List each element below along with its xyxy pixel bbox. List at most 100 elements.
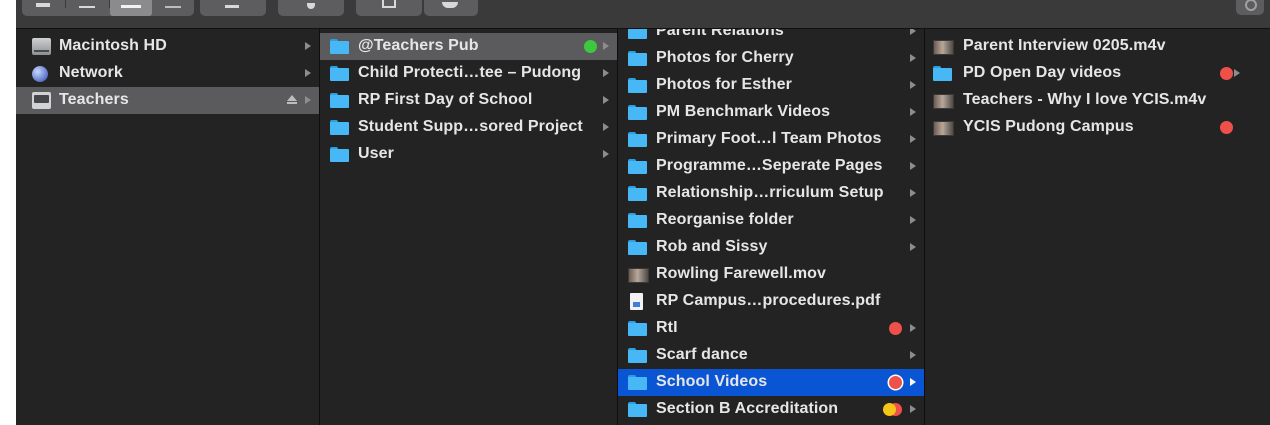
- chevron-right-icon: [603, 96, 609, 104]
- tag-dot-red: [889, 376, 902, 389]
- chevron-right-icon: [603, 69, 609, 77]
- chevron-right-icon: [910, 324, 916, 332]
- chevron-right-icon: [910, 108, 916, 116]
- share-icon[interactable]: [356, 0, 422, 16]
- columns-icon[interactable]: [110, 0, 152, 16]
- list-icon[interactable]: [66, 0, 109, 16]
- group-icon[interactable]: [200, 0, 266, 16]
- column-1[interactable]: Macintosh HD Network Teachers: [16, 29, 320, 425]
- grid-icon[interactable]: [22, 0, 65, 16]
- chevron-right-icon: [305, 96, 311, 104]
- chevron-right-icon: [603, 42, 609, 50]
- item-label: Primary Foot…l Team Photos: [656, 130, 882, 147]
- item-label: RtI: [656, 319, 678, 336]
- tag-dot-red: [1220, 121, 1233, 134]
- chevron-right-icon: [910, 81, 916, 89]
- eject-icon-bar: [287, 102, 297, 104]
- item-label: Rob and Sissy: [656, 238, 768, 255]
- item-label: Programme…Seperate Pages: [656, 157, 883, 174]
- item-label: Scarf dance: [656, 346, 748, 363]
- list-item[interactable]: RP Campus…procedures.pdf: [618, 288, 924, 315]
- list-item[interactable]: Relationship…rriculum Setup: [618, 180, 924, 207]
- toolbar: [16, 0, 1270, 29]
- folder-icon: [628, 401, 647, 418]
- item-label: Rowling Farewell.mov: [656, 265, 827, 282]
- list-item[interactable]: Student Supp…sored Project: [320, 114, 617, 141]
- column-2[interactable]: @Teachers Pub Child Protecti…tee – Pudong…: [320, 29, 618, 425]
- list-item[interactable]: Teachers: [16, 87, 319, 114]
- chevron-right-icon: [910, 405, 916, 413]
- folder-icon: [628, 131, 647, 148]
- gear-icon[interactable]: [278, 0, 344, 16]
- folder-icon: [330, 38, 349, 55]
- list-item[interactable]: Network: [16, 60, 319, 87]
- chevron-right-icon: [910, 162, 916, 170]
- eject-icon[interactable]: [287, 95, 297, 101]
- list-item[interactable]: @Teachers Pub: [320, 33, 617, 60]
- column-3[interactable]: Parent Relations Photos for Cherry Photos …: [618, 29, 925, 425]
- list-item[interactable]: User: [320, 141, 617, 168]
- folder-icon: [330, 65, 349, 82]
- list-item[interactable]: YCIS Pudong Campus: [925, 114, 1270, 141]
- item-label: YCIS Pudong Campus: [963, 118, 1134, 135]
- search-icon[interactable]: [1236, 0, 1264, 15]
- folder-icon: [628, 320, 647, 337]
- list-item[interactable]: Teachers - Why I love YCIS.m4v: [925, 87, 1270, 114]
- gallery-icon[interactable]: [153, 0, 194, 16]
- chevron-right-icon: [603, 123, 609, 131]
- list-item[interactable]: PM Benchmark Videos: [618, 99, 924, 126]
- item-label: Parent Relations: [656, 29, 784, 39]
- item-label: User: [358, 145, 394, 162]
- list-item[interactable]: Programme…Seperate Pages: [618, 153, 924, 180]
- network-globe-icon: [32, 66, 48, 82]
- video-file-icon: [628, 268, 649, 283]
- chevron-right-icon: [910, 351, 916, 359]
- item-label: Student Supp…sored Project: [358, 118, 583, 135]
- tag-dot-green: [584, 40, 597, 53]
- item-label: RP First Day of School: [358, 91, 533, 108]
- folder-icon: [933, 65, 952, 82]
- list-item[interactable]: Reorganise folder: [618, 207, 924, 234]
- folder-icon: [330, 119, 349, 136]
- tag-icon[interactable]: [424, 0, 478, 16]
- chevron-right-icon: [603, 150, 609, 158]
- list-item[interactable]: RP First Day of School: [320, 87, 617, 114]
- list-item[interactable]: Rowling Farewell.mov: [618, 261, 924, 288]
- list-item[interactable]: Macintosh HD: [16, 33, 319, 60]
- server-icon: [32, 92, 51, 109]
- folder-icon: [628, 212, 647, 229]
- list-item[interactable]: School Videos: [618, 369, 924, 396]
- tag-dot-yellow: [883, 403, 896, 416]
- folder-icon: [628, 158, 647, 175]
- item-label: RP Campus…procedures.pdf: [656, 292, 881, 309]
- item-label: PD Open Day videos: [963, 64, 1122, 81]
- column-4[interactable]: Parent Interview 0205.m4v PD Open Day vid…: [925, 29, 1270, 425]
- folder-icon: [628, 77, 647, 94]
- item-label: Network: [59, 64, 123, 81]
- item-label: PM Benchmark Videos: [656, 103, 831, 120]
- chevron-right-icon: [305, 42, 311, 50]
- list-item[interactable]: PD Open Day videos: [925, 60, 1270, 87]
- list-item[interactable]: Child Protecti…tee – Pudong: [320, 60, 617, 87]
- item-label: Parent Interview 0205.m4v: [963, 37, 1166, 54]
- list-item[interactable]: Scarf dance: [618, 342, 924, 369]
- list-item[interactable]: Rob and Sissy: [618, 234, 924, 261]
- list-item[interactable]: Parent Interview 0205.m4v: [925, 33, 1270, 60]
- folder-icon: [628, 374, 647, 391]
- tag-dot-red: [1220, 67, 1233, 80]
- chevron-right-icon: [1234, 69, 1240, 77]
- chevron-right-icon: [910, 54, 916, 62]
- list-item[interactable]: Section B Accreditation: [618, 396, 924, 423]
- chevron-right-icon: [910, 135, 916, 143]
- list-item[interactable]: Photos for Cherry: [618, 45, 924, 72]
- chevron-right-icon: [910, 243, 916, 251]
- list-item[interactable]: Parent Relations: [618, 29, 924, 45]
- chevron-right-icon: [305, 69, 311, 77]
- folder-icon: [628, 50, 647, 67]
- list-item[interactable]: RtI: [618, 315, 924, 342]
- item-label: Relationship…rriculum Setup: [656, 184, 884, 201]
- list-item[interactable]: Photos for Esther: [618, 72, 924, 99]
- video-file-icon: [933, 121, 954, 136]
- chevron-right-icon: [910, 216, 916, 224]
- list-item[interactable]: Primary Foot…l Team Photos: [618, 126, 924, 153]
